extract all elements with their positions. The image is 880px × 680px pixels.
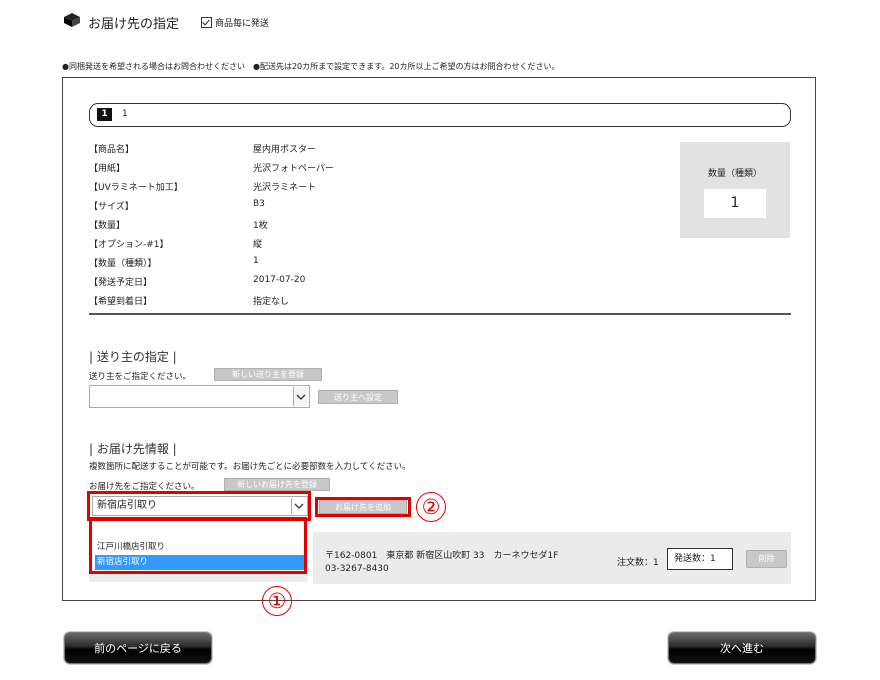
delivery-section-title: | お届け先情報 | xyxy=(89,442,177,456)
sender-desc: 送り主をご指定ください。 xyxy=(89,372,192,382)
spec-value: 2017-07-20 xyxy=(253,275,306,285)
ship-count-input[interactable]: 発送数：1 xyxy=(667,548,733,570)
checkbox-label: 商品毎に発送 xyxy=(215,19,270,29)
spec-value: B3 xyxy=(253,199,265,209)
pager-active-page[interactable]: 1 xyxy=(97,108,112,121)
sender-section-title: | 送り主の指定 | xyxy=(89,350,177,364)
spec-value: 1枚 xyxy=(253,221,268,231)
notice-text: ●同梱発送を希望される場合はお問合わせください ●配送先は20カ所まで設定できま… xyxy=(62,62,560,71)
box-icon xyxy=(62,12,82,28)
spec-label: 【商品名】 xyxy=(89,145,135,155)
divider xyxy=(89,313,791,315)
delete-button[interactable]: 削除 xyxy=(746,550,787,568)
spec-value: 縦 xyxy=(253,240,263,250)
spec-value: 屋内用ポスター xyxy=(253,145,317,155)
spec-label: 【UVラミネート加工】 xyxy=(89,183,183,193)
spec-label: 【発送予定日】 xyxy=(89,278,153,288)
spec-value: 1 xyxy=(253,256,259,266)
back-button[interactable]: 前のページに戻る xyxy=(64,632,212,664)
delivery-select[interactable]: 新宿店引取り xyxy=(92,496,308,516)
annotation-one: ① xyxy=(262,586,292,616)
chevron-down-icon[interactable] xyxy=(293,387,308,406)
spec-label: 【数量】 xyxy=(89,221,126,231)
set-sender-button[interactable]: 送り主へ設定 xyxy=(318,390,398,404)
pager-page[interactable]: 1 xyxy=(122,108,128,121)
spec-value: 指定なし xyxy=(253,297,290,307)
ship-per-item-checkbox[interactable]: 商品毎に発送 xyxy=(201,16,269,29)
spec-label: 【希望到着日】 xyxy=(89,297,153,307)
delivery-desc: 複数箇所に配送することが可能です。お届け先ごとに必要部数を入力してください。 xyxy=(89,462,411,472)
annotation-two: ② xyxy=(416,492,446,522)
spec-value: 光沢ラミネート xyxy=(253,183,317,193)
delivery-select-value: 新宿店引取り xyxy=(97,500,157,511)
spec-label: 【用紙】 xyxy=(89,164,126,174)
phone-text: 03-3267-8430 xyxy=(325,564,389,574)
address-text: 〒162-0801 東京都 新宿区山吹町 33 カーネウセダ1F xyxy=(325,551,559,561)
sender-select[interactable] xyxy=(89,385,310,408)
delivery-options-list[interactable]: 江戸川橋店引取り 新宿店引取り xyxy=(89,517,307,574)
add-delivery-button[interactable]: お届け先を追加 xyxy=(319,500,407,514)
item-pager xyxy=(89,103,791,127)
quantity-label: 数量（種類） xyxy=(707,169,762,179)
quantity-value: 1 xyxy=(704,189,766,218)
register-delivery-button[interactable]: 新しいお届け先を登録 xyxy=(224,478,330,491)
spec-label: 【サイズ】 xyxy=(89,202,134,212)
next-button[interactable]: 次へ進む xyxy=(668,632,816,664)
chevron-down-icon[interactable] xyxy=(291,498,306,514)
register-sender-button[interactable]: 新しい送り主を登録 xyxy=(214,368,322,381)
dropdown-option-selected[interactable]: 新宿店引取り xyxy=(95,555,304,570)
spec-label: 【数量（種類）】 xyxy=(89,259,157,269)
spec-label: 【オプション-#1】 xyxy=(89,240,169,250)
spec-value: 光沢フォトペーパー xyxy=(253,164,334,174)
page-title: お届け先の指定 xyxy=(88,17,180,32)
checkbox-check-icon[interactable] xyxy=(201,17,212,28)
dropdown-option[interactable]: 江戸川橋店引取り xyxy=(97,540,165,552)
order-count: 注文数：1 xyxy=(617,558,659,568)
list-shadow xyxy=(89,574,307,582)
